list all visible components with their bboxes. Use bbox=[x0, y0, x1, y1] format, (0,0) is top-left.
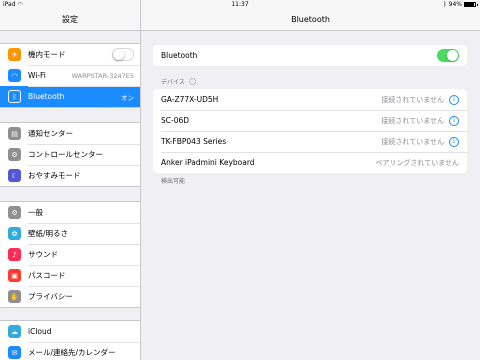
sidebar-item-label: メール/連絡先/カレンダー bbox=[28, 348, 116, 357]
sidebar-item-label: 機内モード bbox=[28, 50, 66, 59]
sidebar-item-notification-center[interactable]: ▤ 通知センター bbox=[0, 123, 140, 144]
battery-icon bbox=[464, 2, 478, 7]
device-row[interactable]: SC-06D 接続されていません i bbox=[153, 110, 467, 131]
control-center-icon: ⚙ bbox=[8, 148, 21, 161]
sidebar-item-privacy[interactable]: ✋ プライバシー bbox=[0, 286, 140, 307]
sidebar-item-label: サウンド bbox=[28, 250, 58, 259]
device-row[interactable]: GA-Z77X-UD5H 接続されていません i bbox=[153, 89, 467, 110]
mail-icon: ✉ bbox=[8, 346, 21, 359]
bluetooth-toggle[interactable] bbox=[437, 49, 459, 62]
devices-section-header: デバイス bbox=[161, 77, 196, 86]
sidebar-item-airplane-mode[interactable]: ✈ 機内モード bbox=[0, 44, 140, 65]
discoverable-label: 検出可能 bbox=[161, 178, 186, 185]
info-icon[interactable]: i bbox=[449, 94, 459, 105]
info-icon[interactable]: i bbox=[449, 136, 459, 147]
bluetooth-row: Bluetooth bbox=[153, 45, 467, 66]
notification-center-icon: ▤ bbox=[8, 127, 21, 140]
sidebar-item-label: コントロールセンター bbox=[28, 150, 103, 159]
sidebar-item-label: iCloud bbox=[28, 327, 52, 336]
device-name: SC-06D bbox=[161, 116, 190, 125]
sidebar-item-label: パスコード bbox=[28, 271, 66, 280]
detail-header: Bluetooth bbox=[141, 9, 480, 31]
bluetooth-detail-pane: Bluetooth デバイス GA-Z77X-UD5H 接続されていません i … bbox=[141, 31, 480, 360]
settings-title: 設定 bbox=[62, 15, 78, 24]
sound-icon: ♪ bbox=[8, 248, 21, 261]
bluetooth-label: Bluetooth bbox=[161, 51, 198, 60]
info-icon[interactable]: i bbox=[449, 115, 459, 126]
sidebar-item-label: Bluetooth bbox=[28, 92, 65, 101]
device-status: 接続されていません bbox=[381, 116, 444, 125]
device-name: GA-Z77X-UD5H bbox=[161, 95, 219, 104]
battery-percent: 94% bbox=[448, 1, 462, 8]
wallpaper-icon: ✿ bbox=[8, 227, 21, 240]
settings-group-general: ⚙ 一般 ✿ 壁紙/明るさ ♪ サウンド ▣ パスコード ✋ プライバシー bbox=[0, 201, 140, 308]
bluetooth-toggle-card: Bluetooth bbox=[153, 45, 467, 66]
device-status: ペアリングされていません bbox=[375, 158, 459, 167]
gear-icon: ⚙ bbox=[8, 206, 21, 219]
status-right: ᛒ 94% bbox=[443, 0, 478, 9]
devices-list: GA-Z77X-UD5H 接続されていません i SC-06D 接続されていませ… bbox=[153, 89, 467, 173]
discoverable-footer: 検出可能 bbox=[161, 176, 185, 185]
wifi-icon: ◠ bbox=[8, 69, 21, 82]
sidebar-item-label: おやすみモード bbox=[28, 171, 81, 180]
wifi-network-name: WARPSTAR-3247E5 bbox=[71, 71, 134, 80]
device-status: 接続されていません bbox=[381, 95, 444, 104]
sidebar-item-label: Wi-Fi bbox=[28, 71, 46, 80]
sidebar-item-mail-contacts-calendars[interactable]: ✉ メール/連絡先/カレンダー bbox=[0, 342, 140, 360]
settings-group-notifications: ▤ 通知センター ⚙ コントロールセンター ☾ おやすみモード bbox=[0, 122, 140, 187]
sidebar-item-do-not-disturb[interactable]: ☾ おやすみモード bbox=[0, 165, 140, 186]
sidebar-item-wallpaper-brightness[interactable]: ✿ 壁紙/明るさ bbox=[0, 223, 140, 244]
sidebar-item-sounds[interactable]: ♪ サウンド bbox=[0, 244, 140, 265]
activity-spinner-icon bbox=[188, 78, 196, 85]
moon-icon: ☾ bbox=[8, 169, 21, 182]
status-bar: iPad ◠ 11:37 ᛒ 94% bbox=[0, 0, 480, 9]
settings-sidebar: ✈ 機内モード ◠ Wi-Fi WARPSTAR-3247E5 ᛒ Blueto… bbox=[0, 31, 140, 360]
lock-icon: ▣ bbox=[8, 269, 21, 282]
device-name: Anker iPadmini Keyboard bbox=[161, 158, 255, 167]
settings-group-accounts: ☁ iCloud ✉ メール/連絡先/カレンダー bbox=[0, 320, 140, 360]
device-row[interactable]: TK-FBP043 Series 接続されていません i bbox=[153, 131, 467, 152]
bluetooth-icon: ᛒ bbox=[443, 1, 447, 8]
cloud-icon: ☁ bbox=[8, 325, 21, 338]
bluetooth-icon: ᛒ bbox=[8, 90, 21, 103]
sidebar-item-label: プライバシー bbox=[28, 292, 73, 301]
sidebar-item-label: 通知センター bbox=[28, 129, 73, 138]
bluetooth-status: オン bbox=[121, 93, 134, 102]
sidebar-item-wifi[interactable]: ◠ Wi-Fi WARPSTAR-3247E5 bbox=[0, 65, 140, 86]
sidebar-item-control-center[interactable]: ⚙ コントロールセンター bbox=[0, 144, 140, 165]
sidebar-item-label: 壁紙/明るさ bbox=[28, 229, 69, 238]
device-row[interactable]: Anker iPadmini Keyboard ペアリングされていません bbox=[153, 152, 467, 173]
airplane-mode-toggle[interactable] bbox=[112, 48, 134, 61]
sidebar-item-bluetooth[interactable]: ᛒ Bluetooth オン bbox=[0, 86, 140, 107]
device-name: TK-FBP043 Series bbox=[161, 137, 227, 146]
detail-title: Bluetooth bbox=[291, 15, 330, 24]
airplane-icon: ✈ bbox=[8, 48, 21, 61]
status-time: 11:37 bbox=[231, 1, 249, 8]
sidebar-item-label: 一般 bbox=[28, 208, 43, 217]
devices-header-label: デバイス bbox=[161, 79, 185, 86]
settings-group-connectivity: ✈ 機内モード ◠ Wi-Fi WARPSTAR-3247E5 ᛒ Blueto… bbox=[0, 43, 140, 108]
master-header: 設定 bbox=[0, 9, 140, 31]
sidebar-item-general[interactable]: ⚙ 一般 bbox=[0, 202, 140, 223]
device-status: 接続されていません bbox=[381, 137, 444, 146]
sidebar-item-icloud[interactable]: ☁ iCloud bbox=[0, 321, 140, 342]
hand-icon: ✋ bbox=[8, 290, 21, 303]
sidebar-item-passcode[interactable]: ▣ パスコード bbox=[0, 265, 140, 286]
